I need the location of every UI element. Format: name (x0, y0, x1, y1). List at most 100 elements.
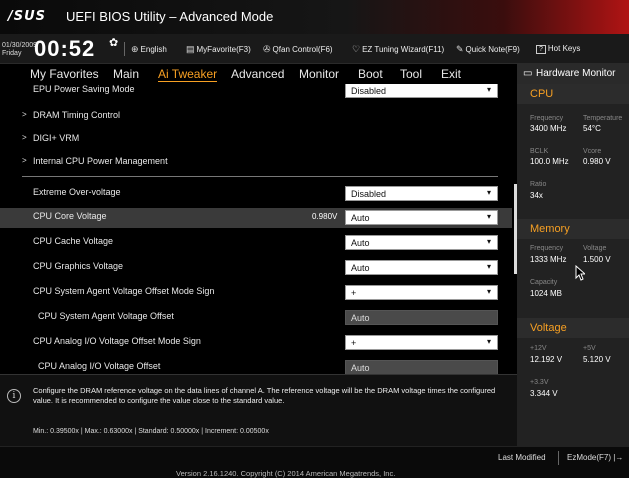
ezmode-label: EzMode(F7) (567, 453, 612, 462)
mem-frequency-value: 1333 MHz (530, 255, 567, 264)
extreme-ov-dropdown[interactable]: Disabled ▾ (345, 186, 498, 201)
monitor-icon: ▭ (523, 68, 533, 79)
ratio-label: Ratio (530, 181, 547, 188)
hardware-monitor-header: ▭ Hardware Monitor (517, 64, 629, 84)
fan-icon: ✇ (263, 44, 271, 54)
dropdown-value: + (351, 338, 357, 348)
gear-icon[interactable]: ✿ (109, 36, 118, 49)
hot-keys-button[interactable]: ? Hot Keys (536, 44, 580, 54)
setting-label: CPU Analog I/O Voltage Offset Mode Sign (33, 336, 201, 346)
mem-voltage-label: Voltage (583, 245, 607, 252)
aio-sign-dropdown[interactable]: + ▾ (345, 335, 498, 350)
section-divider (22, 176, 498, 177)
cpu-section-title: CPU (530, 88, 554, 100)
voltage-section-header: Voltage (517, 318, 629, 338)
submenu-dram-timing[interactable]: > DRAM Timing Control (0, 107, 512, 127)
bulb-icon: ♡ (352, 44, 361, 54)
dropdown-value: + (351, 288, 357, 298)
chevron-down-icon: ▾ (486, 337, 491, 346)
submenu-internal-cpu-power[interactable]: > Internal CPU Power Management (0, 153, 512, 173)
hardware-monitor-panel: ▭ Hardware Monitor CPU Frequency Tempera… (517, 64, 629, 446)
ez-tuning-label: EZ Tuning Wizard(F11) (362, 45, 445, 54)
mem-frequency-label: Frequency (530, 245, 564, 252)
language-button[interactable]: ⊕ English (131, 44, 167, 55)
mem-capacity-label: Capacity (530, 279, 558, 286)
language-label: English (140, 45, 167, 54)
quick-note-button[interactable]: ✎ Quick Note(F9) (456, 44, 520, 55)
cpu-frequency-value: 3400 MHz (530, 124, 567, 133)
footer-bar: Last Modified EzMode(F7) |→ Version 2.16… (0, 446, 629, 478)
status-bar: 01/30/2009 Friday 00:52 ✿ ⊕ English ▤ MyFa… (0, 34, 629, 64)
v12-value: 12.192 V (530, 355, 563, 364)
setting-extreme-over-voltage[interactable]: Extreme Over-voltage Disabled ▾ (0, 184, 512, 204)
setting-sa-offset[interactable]: CPU System Agent Voltage Offset Auto (0, 308, 512, 328)
epu-dropdown[interactable]: Disabled ▾ (345, 84, 498, 98)
sa-offset-field[interactable]: Auto (345, 310, 498, 325)
setting-epu-power-saving[interactable]: EPU Power Saving Mode Disabled ▾ (0, 84, 512, 101)
version-text: Version 2.16.1240. Copyright (C) 2014 Am… (176, 469, 396, 478)
globe-icon: ⊕ (131, 44, 139, 54)
v12-label: +12V (530, 345, 547, 352)
setting-cpu-graphics-voltage[interactable]: CPU Graphics Voltage Auto ▾ (0, 258, 512, 278)
cpu-temperature-value: 54°C (583, 124, 601, 133)
help-panel: i Configure the DRAM reference voltage o… (0, 374, 517, 446)
favorite-icon: ▤ (186, 44, 195, 54)
chevron-down-icon: ▾ (486, 287, 491, 296)
setting-cpu-cache-voltage[interactable]: CPU Cache Voltage Auto ▾ (0, 233, 512, 253)
help-icon: ? (536, 45, 546, 54)
setting-aio-offset[interactable]: CPU Analog I/O Voltage Offset Auto (0, 358, 512, 374)
mouse-cursor-icon (575, 265, 585, 281)
tab-exit[interactable]: Exit (441, 67, 461, 81)
dropdown-value: Disabled (351, 86, 387, 96)
ez-tuning-button[interactable]: ♡ EZ Tuning Wizard(F11) (352, 44, 444, 55)
dropdown-value: Auto (351, 213, 370, 223)
tab-ai-tweaker[interactable]: Ai Tweaker (158, 67, 218, 82)
setting-label: Extreme Over-voltage (33, 187, 121, 197)
setting-label: CPU Analog I/O Voltage Offset (38, 361, 161, 371)
v33-value: 3.344 V (530, 389, 558, 398)
setting-label: CPU System Agent Voltage Offset (38, 311, 174, 321)
tab-boot[interactable]: Boot (358, 67, 383, 81)
title-bar: /SUS UEFI BIOS Utility – Advanced Mode (0, 0, 629, 34)
ezmode-button[interactable]: EzMode(F7) |→ (567, 453, 623, 462)
day-text: Friday (2, 50, 22, 57)
cpu-core-dropdown[interactable]: Auto ▾ (345, 210, 498, 225)
qfan-button[interactable]: ✇ Qfan Control(F6) (263, 44, 333, 55)
app-title: UEFI BIOS Utility – Advanced Mode (66, 9, 274, 24)
myfavorite-button[interactable]: ▤ MyFavorite(F3) (186, 44, 251, 55)
tab-advanced[interactable]: Advanced (231, 67, 284, 81)
dropdown-value: Disabled (351, 189, 387, 199)
submenu-label: Internal CPU Power Management (33, 156, 168, 166)
setting-label: CPU System Agent Voltage Offset Mode Sig… (33, 286, 215, 296)
submenu-digi-vrm[interactable]: > DIGI+ VRM (0, 130, 512, 150)
setting-sa-offset-sign[interactable]: CPU System Agent Voltage Offset Mode Sig… (0, 283, 512, 303)
aio-offset-field[interactable]: Auto (345, 360, 498, 374)
tab-monitor[interactable]: Monitor (299, 67, 339, 81)
chevron-down-icon: ▾ (486, 212, 491, 221)
qfan-label: Qfan Control(F6) (272, 45, 333, 54)
cpu-graphics-dropdown[interactable]: Auto ▾ (345, 260, 498, 275)
myfavorite-label: MyFavorite(F3) (196, 45, 251, 54)
cpu-frequency-label: Frequency (530, 115, 564, 122)
setting-cpu-core-voltage[interactable]: CPU Core Voltage 0.980V Auto ▾ (0, 208, 512, 228)
note-icon: ✎ (456, 44, 464, 54)
chevron-right-icon: > (22, 156, 27, 165)
vcore-label: Vcore (583, 148, 602, 155)
voltage-reading: 0.980V (312, 212, 338, 221)
asus-logo: /SUS (8, 9, 47, 24)
last-modified-button[interactable]: Last Modified (498, 453, 546, 462)
sa-sign-dropdown[interactable]: + ▾ (345, 285, 498, 300)
v33-label: +3.3V (530, 379, 549, 386)
date-text: 01/30/2009 (2, 42, 38, 49)
bclk-value: 100.0 MHz (530, 157, 569, 166)
tab-main[interactable]: Main (113, 67, 139, 81)
quick-note-label: Quick Note(F9) (465, 45, 520, 54)
hardware-monitor-title: Hardware Monitor (536, 68, 616, 79)
cpu-temperature-label: Temperature (583, 115, 623, 122)
chevron-down-icon: ▾ (486, 85, 491, 94)
tab-tool[interactable]: Tool (400, 67, 422, 81)
tab-my-favorites[interactable]: My Favorites (30, 67, 99, 81)
cpu-cache-dropdown[interactable]: Auto ▾ (345, 235, 498, 250)
setting-aio-offset-sign[interactable]: CPU Analog I/O Voltage Offset Mode Sign … (0, 333, 512, 353)
chevron-right-icon: > (22, 133, 27, 142)
